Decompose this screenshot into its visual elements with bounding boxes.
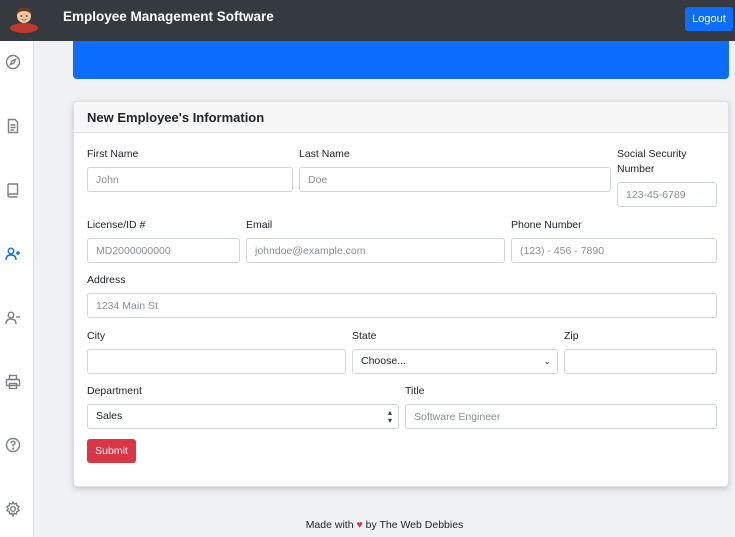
employee-form-card: New Employee's Information First Name La… (73, 101, 729, 487)
state-label: State (352, 330, 377, 342)
first-name-label: First Name (87, 148, 139, 160)
email-input[interactable] (246, 238, 505, 263)
last-name-label: Last Name (299, 148, 350, 160)
sidebar (0, 41, 34, 537)
address-input[interactable] (87, 293, 717, 318)
phone-label: Phone Number (511, 219, 582, 231)
book-icon[interactable] (5, 182, 21, 198)
state-select[interactable]: Choose... ⌄ (352, 349, 558, 374)
department-select[interactable]: Sales ▴ ▾ (87, 404, 399, 429)
phone-input[interactable] (511, 238, 717, 263)
settings-icon[interactable] (5, 500, 21, 518)
printer-icon[interactable] (5, 374, 21, 390)
chevron-down-icon: ⌄ (543, 356, 551, 366)
footer-suffix: by The Web Debbies (365, 519, 464, 531)
card-header: New Employee's Information (74, 102, 728, 133)
help-icon[interactable] (5, 437, 21, 453)
state-select-value: Choose... (361, 355, 406, 367)
department-label: Department (87, 385, 142, 397)
first-name-input[interactable] (87, 167, 293, 192)
sort-arrows-icon: ▴ ▾ (387, 408, 392, 425)
license-input[interactable] (87, 238, 240, 263)
footer: Made with ♥ by The Web Debbies (0, 519, 735, 531)
zip-input[interactable] (564, 349, 717, 374)
compass-icon[interactable] (5, 54, 21, 70)
license-label: License/ID # (87, 219, 146, 231)
add-user-icon[interactable] (5, 246, 21, 262)
logo-icon (10, 7, 38, 33)
footer-prefix: Made with (305, 519, 354, 531)
city-input[interactable] (87, 349, 346, 374)
form-title: New Employee's Information (87, 110, 265, 125)
heart-icon: ♥ (356, 519, 363, 531)
submit-button[interactable]: Submit (87, 439, 136, 463)
address-label: Address (87, 274, 126, 286)
logout-button[interactable]: Logout (685, 7, 733, 31)
top-navbar: Employee Management Software Logout (0, 0, 735, 41)
zip-label: Zip (564, 330, 579, 342)
banner (73, 41, 729, 79)
ssn-input[interactable] (617, 182, 717, 207)
document-icon[interactable] (5, 118, 21, 134)
title-label: Title (405, 385, 425, 397)
department-select-value: Sales (96, 410, 123, 422)
ssn-label: Social Security Number (617, 148, 687, 175)
last-name-input[interactable] (299, 167, 611, 192)
app-title: Employee Management Software (63, 9, 274, 24)
remove-user-icon[interactable] (5, 310, 21, 326)
city-label: City (87, 330, 106, 342)
title-input[interactable] (405, 404, 717, 429)
email-label: Email (246, 219, 273, 231)
